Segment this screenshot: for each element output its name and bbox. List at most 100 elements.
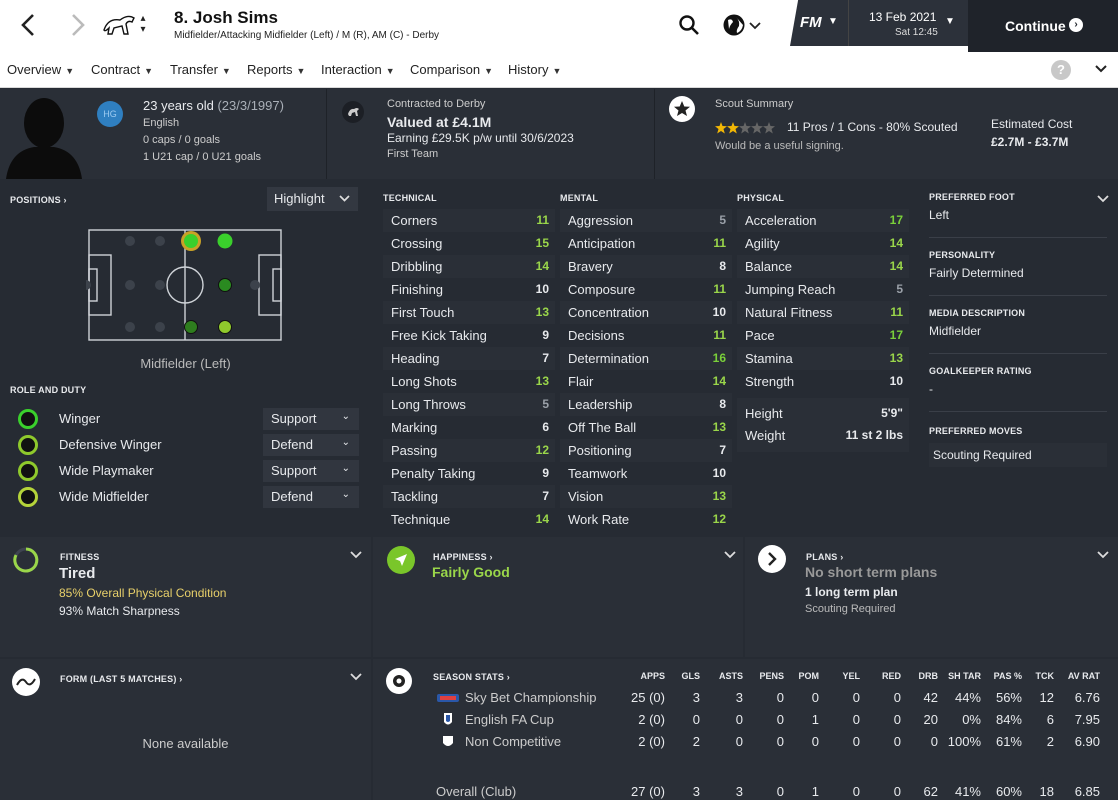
attribute-row[interactable]: Dribbling 14 [383,255,555,278]
attribute-value: 7 [719,443,726,457]
tab-contract[interactable]: Contract ▼ [91,62,153,77]
club-badge-icon[interactable] [342,101,364,123]
competition-name[interactable]: Sky Bet Championship [465,690,597,705]
attribute-row[interactable]: Balance 14 [737,255,909,278]
attribute-row[interactable]: Determination 16 [560,347,732,370]
game-date-button[interactable]: 13 Feb 2021 Sat 12:45 ▼ [848,0,968,46]
attribute-row[interactable]: Tackling 7 [383,485,555,508]
attribute-row[interactable]: Acceleration 17 [737,209,909,232]
attribute-row[interactable]: Stamina 13 [737,347,909,370]
collapse-icon[interactable] [1097,548,1109,560]
tab-comparison[interactable]: Comparison ▼ [410,62,493,77]
chevron-down-icon: ▼ [65,66,75,76]
pitch-diagram[interactable] [81,227,286,343]
season-stats-label[interactable]: SEASON STATS › [433,672,510,682]
nation-badge[interactable]: HG [97,101,123,127]
attribute-row[interactable]: Free Kick Taking 9 [383,324,555,347]
tab-transfer[interactable]: Transfer ▼ [170,62,231,77]
competition-name[interactable]: English FA Cup [465,712,554,727]
highlight-dropdown[interactable]: Highlight [267,187,358,211]
tab-overview[interactable]: Overview ▼ [7,62,74,77]
collapse-icon[interactable] [1097,192,1109,204]
role-row[interactable]: Wide Playmaker Support ⌄ [0,459,371,485]
attribute-row[interactable]: Long Shots 13 [383,370,555,393]
attribute-row[interactable]: Anticipation 11 [560,232,732,255]
tab-reports[interactable]: Reports ▼ [247,62,305,77]
chevron-right-circle-icon[interactable] [758,545,786,573]
role-row[interactable]: Defensive Winger Defend ⌄ [0,433,371,459]
scout-pros-cons[interactable]: 11 Pros / 1 Cons - 80% Scouted [787,120,958,134]
attribute-row[interactable]: Aggression 5 [560,209,732,232]
long-term-plans[interactable]: 1 long term plan [805,585,898,599]
fm-menu-button[interactable]: FM ▼ [790,0,848,46]
sub-navigation: Overview ▼ Contract ▼ Transfer ▼ Reports ▼ I… [0,52,1118,88]
star-badge-icon[interactable] [669,96,695,122]
collapse-icon[interactable] [724,548,736,560]
positions-label[interactable]: POSITIONS › [10,195,67,205]
role-row[interactable]: Winger Support ⌄ [0,407,371,433]
stats-column-header[interactable]: AV RAT [1050,671,1100,681]
competition-name[interactable]: Non Competitive [465,734,561,749]
attribute-row[interactable]: Corners 11 [383,209,555,232]
duty-dropdown[interactable]: Support ⌄ [263,460,359,482]
plans-label[interactable]: PLANS › [806,552,843,562]
collapse-icon[interactable] [350,548,362,560]
star-rating [715,121,777,134]
globe-icon[interactable] [722,13,762,37]
attribute-row[interactable]: Long Throws 5 [383,393,555,416]
chevron-down-icon: ▼ [144,66,154,76]
attribute-row[interactable]: Heading 7 [383,347,555,370]
club-switch-icon[interactable]: ▴ ▾ [138,13,148,37]
attribute-row[interactable]: Vision 13 [560,485,732,508]
form-label[interactable]: FORM (LAST 5 MATCHES) › [60,674,182,684]
attribute-row[interactable]: Crossing 15 [383,232,555,255]
tab-label: History [508,62,549,77]
attribute-row[interactable]: Natural Fitness 11 [737,301,909,324]
attribute-row[interactable]: Strength 10 [737,370,909,393]
attribute-row[interactable]: Finishing 10 [383,278,555,301]
attribute-row[interactable]: First Touch 13 [383,301,555,324]
attribute-row[interactable]: Work Rate 12 [560,508,732,531]
attribute-row[interactable]: Penalty Taking 9 [383,462,555,485]
attribute-row[interactable]: Passing 12 [383,439,555,462]
attribute-row[interactable]: Composure 11 [560,278,732,301]
stats-column-header[interactable]: TCK [1004,671,1055,681]
happiness-label[interactable]: HAPPINESS › [433,552,493,562]
club-crest-icon[interactable] [100,12,138,38]
search-icon[interactable] [678,14,700,36]
role-suitability-icon [18,435,38,455]
height-value: 5'9" [881,406,903,420]
attribute-row[interactable]: Agility 14 [737,232,909,255]
attribute-value: 6 [542,420,549,434]
attribute-row[interactable]: Off The Ball 13 [560,416,732,439]
attribute-row[interactable]: Decisions 11 [560,324,732,347]
duty-dropdown[interactable]: Support ⌄ [263,408,359,430]
chevron-down-icon[interactable] [1094,62,1108,76]
player-wage: Earning £29.5K p/w until 30/6/2023 [387,131,574,145]
help-icon[interactable]: ? [1051,60,1071,80]
attribute-row[interactable]: Positioning 7 [560,439,732,462]
attribute-value: 8 [719,397,726,411]
tab-interaction[interactable]: Interaction ▼ [321,62,395,77]
attribute-row[interactable]: Bravery 8 [560,255,732,278]
attribute-name: Technique [391,512,451,527]
attribute-row[interactable]: Technique 14 [383,508,555,531]
forward-arrow-icon[interactable] [66,12,88,38]
role-suitability-icon [18,409,38,429]
attribute-row[interactable]: Jumping Reach 5 [737,278,909,301]
role-row[interactable]: Wide Midfielder Defend ⌄ [0,485,371,511]
duty-dropdown[interactable]: Defend ⌄ [263,434,359,456]
attribute-row[interactable]: Pace 17 [737,324,909,347]
collapse-icon[interactable] [350,670,362,682]
duty-dropdown[interactable]: Defend ⌄ [263,486,359,508]
attribute-row[interactable]: Marking 6 [383,416,555,439]
back-arrow-icon[interactable] [18,12,40,38]
tab-history[interactable]: History ▼ [508,62,561,77]
attribute-row[interactable]: Leadership 8 [560,393,732,416]
attribute-row[interactable]: Flair 14 [560,370,732,393]
attribute-name: Determination [568,351,649,366]
attribute-row[interactable]: Concentration 10 [560,301,732,324]
attribute-value: 12 [712,512,726,526]
attribute-row[interactable]: Teamwork 10 [560,462,732,485]
continue-button[interactable]: Continue › [968,0,1118,52]
